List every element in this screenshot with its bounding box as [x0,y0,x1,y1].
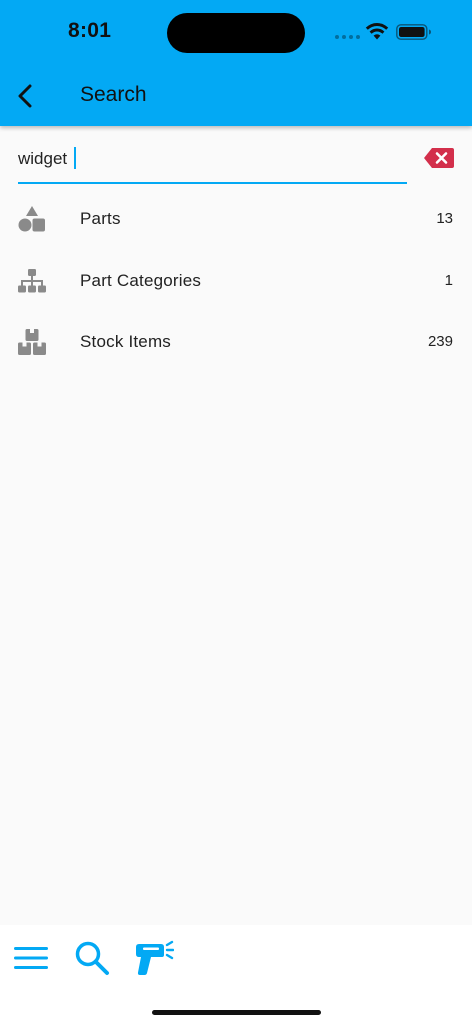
result-row-stock-items[interactable]: Stock Items 239 [0,312,472,374]
bottom-navigation-bar [0,925,472,1024]
result-label: Part Categories [80,270,202,290]
barcode-scanner-icon [136,940,174,975]
app-header: 8:01 Search [0,0,472,126]
result-row-part-categories[interactable]: Part Categories 1 [0,251,472,313]
menu-icon [14,947,48,969]
shapes-icon [18,206,45,232]
search-results-list: Parts 13 Part Categories 1 Stock Items 2… [0,189,472,374]
wifi-icon [365,23,389,40]
result-count: 13 [436,210,453,227]
barcode-scan-button[interactable] [134,938,174,978]
cellular-signal-icon [335,35,360,39]
dynamic-island [167,13,305,53]
result-label: Parts [80,209,121,228]
battery-icon [396,24,431,40]
result-label: Stock Items [80,332,172,351]
clear-search-button[interactable] [423,147,455,169]
backspace-icon [424,148,454,168]
search-input[interactable] [18,144,406,174]
search-icon [75,941,109,975]
boxes-icon [18,329,46,355]
text-cursor [74,147,76,169]
sitemap-icon [18,268,46,292]
search-button[interactable] [72,938,112,978]
search-bar [18,134,458,186]
result-count: 239 [427,333,453,350]
result-row-parts[interactable]: Parts 13 [0,189,472,251]
result-count: 1 [444,271,453,289]
search-underline [18,182,407,184]
page-title: Search [80,83,147,106]
home-indicator [152,1010,321,1015]
chevron-left-icon [18,84,32,108]
menu-button[interactable] [11,938,51,978]
status-time: 8:01 [68,19,112,42]
back-button[interactable] [10,80,40,112]
